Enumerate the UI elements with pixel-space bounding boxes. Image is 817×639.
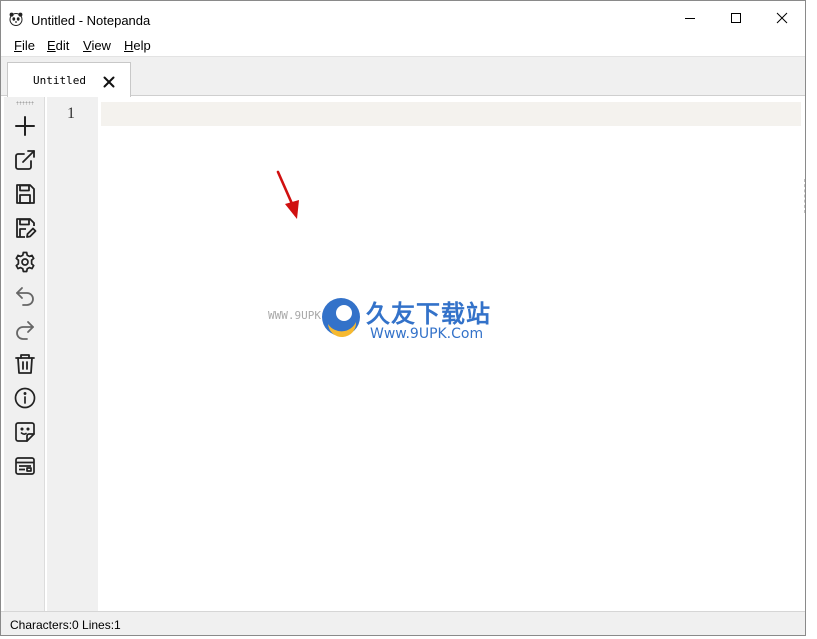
red-arrow-annotation [276,170,299,219]
title-bar[interactable]: Untitled - Notepanda [1,1,805,35]
menu-view[interactable]: View [83,38,111,53]
maximize-button[interactable] [713,1,759,35]
menu-file[interactable]: File [14,38,35,53]
redo-icon [16,321,34,340]
close-window-button[interactable] [759,1,805,35]
line-number: 1 [67,105,75,122]
close-icon [776,12,788,24]
info-icon [14,387,36,409]
open-file-button[interactable] [13,148,37,172]
watermark-english: Www.9UPK.Com [370,326,484,342]
save-as-button[interactable] [13,216,37,240]
trash-icon [15,354,35,374]
tab-strip: Untitled [1,56,805,97]
scroll-edge-marker [804,179,805,213]
site-watermark: WWW.9UPK.COM 久友下载站 Www.9UPK.Com [268,288,518,348]
side-toolbar [4,97,45,611]
undo-button[interactable] [13,284,37,308]
menu-help-label: elp [133,38,151,53]
line-number-gutter [47,97,98,611]
menu-edit-mnemonic: E [47,38,56,53]
redo-button[interactable] [13,318,37,342]
menu-file-label: ile [21,38,35,53]
sticky-note-button[interactable] [13,420,37,444]
open-external-icon [15,150,35,170]
watermark-logo-icon [322,298,360,338]
settings-button[interactable] [13,250,37,274]
about-button[interactable] [13,386,37,410]
toolbar-grip[interactable] [16,101,34,105]
save-button[interactable] [13,182,37,206]
maximize-icon [731,13,741,23]
watermark-chinese: 久友下载站 [366,300,491,328]
menu-view-label: iew [91,38,111,53]
status-bar: Characters:0 Lines:1 [1,611,805,635]
layout-icon [15,457,35,475]
save-icon [16,184,35,204]
delete-button[interactable] [13,352,37,376]
menu-help[interactable]: Help [124,38,151,53]
tab-close-icon[interactable] [102,75,116,89]
current-line-highlight [101,102,801,126]
minimize-button[interactable] [667,1,713,35]
new-file-button[interactable] [13,114,37,138]
plus-icon [15,116,35,136]
menu-help-mnemonic: H [124,38,134,53]
menu-edit-label: dit [55,38,70,53]
minimize-icon [685,18,695,19]
tab-label: Untitled [33,74,86,87]
save-as-icon [16,218,37,238]
gear-icon [15,251,35,273]
menu-file-mnemonic: F [14,38,22,53]
sticky-note-icon [15,422,35,442]
menu-edit[interactable]: Edit [47,38,69,53]
undo-icon [16,287,34,306]
window-title: Untitled - Notepanda [31,13,151,28]
tab-untitled[interactable]: Untitled [7,62,131,97]
status-text: Characters:0 Lines:1 [10,618,121,632]
text-editor[interactable] [98,97,802,611]
menu-bar: File Edit View Help [1,35,805,56]
panda-app-icon [9,12,23,26]
layout-button[interactable] [13,454,37,478]
